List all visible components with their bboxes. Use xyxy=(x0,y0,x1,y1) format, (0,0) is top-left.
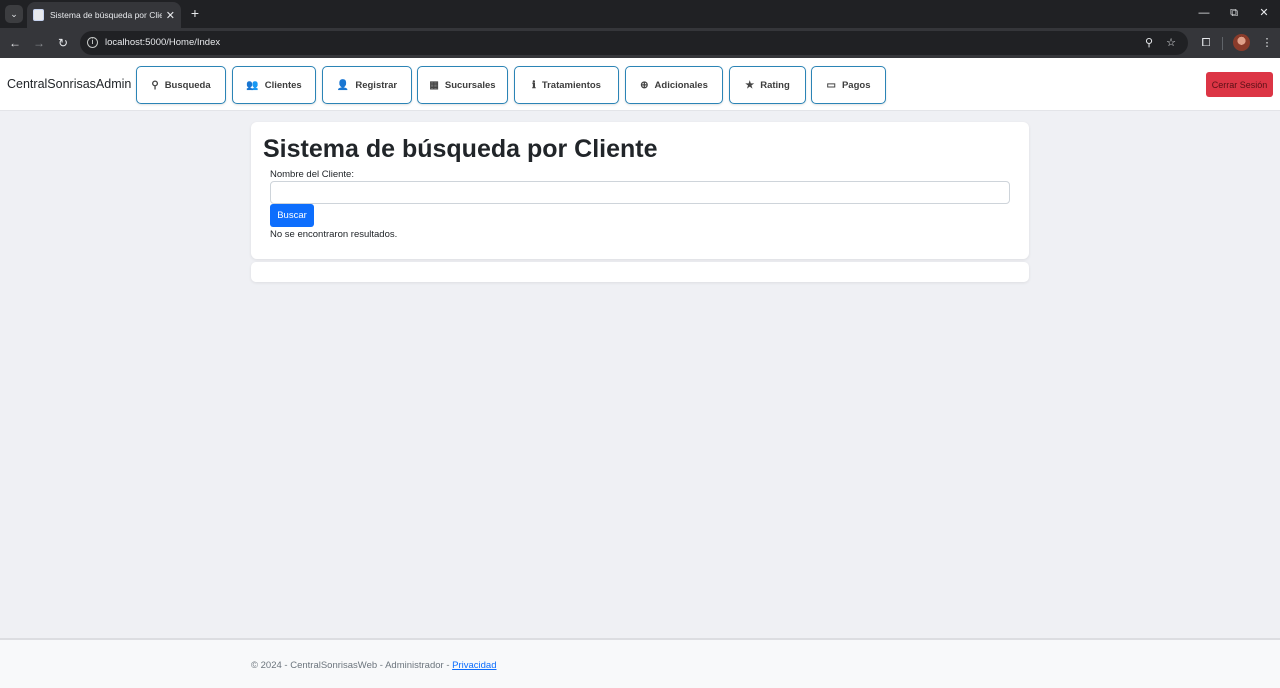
nav-button-label: Registrar xyxy=(355,79,398,91)
client-name-label: Nombre del Cliente: xyxy=(270,169,354,180)
browser-tab-strip: ⌄ Sistema de búsqueda por Clie ✕ + — ⧉ ✕ xyxy=(0,0,1280,28)
zoom-icon[interactable]: ⚲ xyxy=(1141,35,1157,51)
info-circle-icon: ℹ xyxy=(532,79,536,91)
page-favicon-icon xyxy=(33,9,44,21)
nav-adicionales-button[interactable]: ⊕ Adicionales xyxy=(625,66,723,104)
toolbar-divider xyxy=(1222,37,1223,50)
results-card xyxy=(251,262,1029,282)
footer-copyright: © 2024 - CentralSonrisasWeb - Administra… xyxy=(251,660,453,671)
page-title: Sistema de búsqueda por Cliente xyxy=(263,135,658,163)
address-url[interactable]: localhost:5000/Home/Index xyxy=(105,37,220,48)
brand-link[interactable]: CentralSonrisasAdmin xyxy=(7,77,131,91)
new-tab-button[interactable]: + xyxy=(188,4,202,22)
profile-avatar[interactable] xyxy=(1233,34,1250,51)
page-footer: © 2024 - CentralSonrisasWeb - Administra… xyxy=(0,638,1280,688)
tab-search-button[interactable]: ⌄ xyxy=(5,5,23,23)
building-icon: ▦ xyxy=(429,79,439,91)
nav-rating-button[interactable]: ★ Rating xyxy=(729,66,806,104)
browser-tab[interactable]: Sistema de búsqueda por Clie ✕ xyxy=(27,2,181,28)
no-results-message: No se encontraron resultados. xyxy=(270,229,398,240)
forward-arrow-icon[interactable]: → xyxy=(30,34,48,52)
tab-title: Sistema de búsqueda por Clie xyxy=(50,10,162,20)
restore-icon[interactable]: ⧉ xyxy=(1226,5,1242,21)
nav-pagos-button[interactable]: ▭ Pagos xyxy=(811,66,886,104)
footer-text: © 2024 - CentralSonrisasWeb - Administra… xyxy=(251,660,497,671)
browser-toolbar: ← → ↻ i localhost:5000/Home/Index ⚲ ☆ ⧠ … xyxy=(0,28,1280,58)
money-bill-icon: ▭ xyxy=(826,79,836,91)
nav-registrar-button[interactable]: 👤 Registrar xyxy=(322,66,412,104)
search-icon: ⚲ xyxy=(151,79,159,91)
privacy-link[interactable]: Privacidad xyxy=(452,660,496,671)
minimize-icon[interactable]: — xyxy=(1196,5,1212,21)
nav-button-label: Tratamientos xyxy=(541,79,601,91)
search-card: Sistema de búsqueda por Cliente Nombre d… xyxy=(251,122,1029,259)
search-button[interactable]: Buscar xyxy=(270,204,314,227)
extensions-icon[interactable]: ⧠ xyxy=(1197,34,1215,52)
nav-tratamientos-button[interactable]: ℹ Tratamientos xyxy=(514,66,619,104)
nav-button-label: Adicionales xyxy=(654,79,708,91)
nav-button-label: Sucursales xyxy=(444,79,496,91)
nav-button-label: Pagos xyxy=(841,79,871,91)
logout-button[interactable]: Cerrar Sesión xyxy=(1206,72,1273,97)
nav-button-label: Busqueda xyxy=(164,79,211,91)
window-close-icon[interactable]: ✕ xyxy=(1256,5,1272,21)
app-navbar: CentralSonrisasAdmin ⚲ Busqueda 👥 Client… xyxy=(0,58,1280,111)
plus-circle-icon: ⊕ xyxy=(640,79,649,91)
nav-busqueda-button[interactable]: ⚲ Busqueda xyxy=(136,66,226,104)
reload-icon[interactable]: ↻ xyxy=(54,34,72,52)
nav-button-label: Clientes xyxy=(264,79,302,91)
client-name-input[interactable] xyxy=(270,181,1010,204)
browser-menu-icon[interactable]: ⋮ xyxy=(1258,34,1276,52)
address-bar[interactable]: i localhost:5000/Home/Index ⚲ ☆ xyxy=(80,31,1188,55)
nav-clientes-button[interactable]: 👥 Clientes xyxy=(232,66,316,104)
bookmark-star-icon[interactable]: ☆ xyxy=(1163,35,1179,51)
back-arrow-icon[interactable]: ← xyxy=(6,34,24,52)
tab-close-icon[interactable]: ✕ xyxy=(166,9,175,22)
user-plus-icon: 👤 xyxy=(336,79,350,91)
star-icon: ★ xyxy=(745,79,755,91)
site-info-icon[interactable]: i xyxy=(87,37,98,48)
nav-sucursales-button[interactable]: ▦ Sucursales xyxy=(417,66,508,104)
users-icon: 👥 xyxy=(246,79,259,91)
nav-button-label: Rating xyxy=(760,79,790,91)
